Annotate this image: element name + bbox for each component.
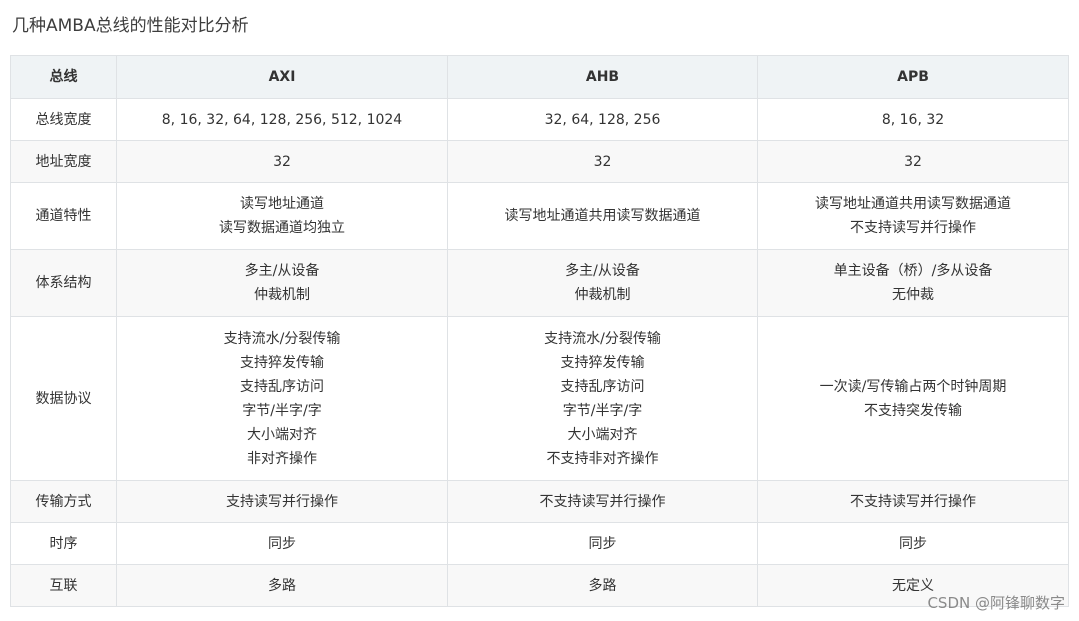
cell-text: 读写地址通道共用读写数据通道 (815, 196, 1011, 212)
cell-text: 多路 (588, 577, 617, 594)
table-row: 传输方式 支持读写并行操作 不支持读写并行操作 不支持读写并行操作 (10, 480, 1069, 523)
table-cell: 读写地址通道读写数据通道均独立 (116, 182, 448, 250)
cell-text: 大小端对齐 (567, 426, 638, 443)
row-label: 地址宽度 (10, 140, 117, 183)
table-row: 总线宽度 8, 16, 32, 64, 128, 256, 512, 1024 32… (10, 98, 1069, 141)
cell-text: 支持乱序访问 (240, 378, 324, 395)
cell-text: 单主设备（桥）/多从设备 (833, 263, 993, 279)
table-cell: 读写地址通道共用读写数据通道 (447, 182, 758, 250)
cell-text: 同步 (899, 535, 927, 552)
cell-text: 32 (904, 153, 922, 170)
table-cell: 同步 (447, 522, 758, 565)
cell-text: 多主/从设备 (565, 263, 640, 279)
cell-text: 字节/半字/字 (562, 402, 643, 419)
row-label: 数据协议 (10, 316, 117, 481)
csdn-watermark: CSDN @阿锋聊数字 (927, 594, 1065, 612)
cell-text: 不支持突发传输 (864, 402, 962, 419)
table-cell: 多路 (116, 564, 448, 607)
table-cell: 8, 16, 32 (757, 98, 1069, 141)
table-cell: 支持流水/分裂传输 支持猝发传输 支持乱序访问 字节/半字/字 大小端对齐非对齐操作 (116, 316, 448, 481)
table-cell: 32, 64, 128, 256 (447, 98, 758, 141)
cell-text: 大小端对齐 (247, 426, 317, 443)
cell-text: 支持流水/分裂传输 (544, 330, 661, 347)
table-row: 通道特性 读写地址通道 读写数据通道均独立 读写地址通道共用读写数据通道 读写地址通道共… (10, 182, 1069, 250)
comparison-table: 总线 AXI AHB APB 总线宽度 8, 16, 32, 64, 128, 2… (10, 55, 1069, 607)
cell-text: 8, 16, 32 (881, 111, 945, 128)
table-row: 互联 多路 多路 无定义 (10, 564, 1069, 607)
cell-text: 支持猝发传输 (240, 354, 324, 371)
cell-text: 多主/从设备 (244, 263, 320, 279)
table-cell: 一次读/写传输占两个时钟周期 不支持突发传输 (757, 316, 1069, 481)
table-cell: 多主/从设备 仲裁机制 (447, 249, 758, 317)
table-cell: 支持读写并行操作 (116, 480, 448, 523)
header-axi: AXI (116, 55, 448, 99)
cell-text: 不支持读写并行操作 (850, 220, 976, 236)
table-cell: 同步 (757, 522, 1069, 565)
cell-text: 非对齐操作 (247, 450, 317, 467)
header-apb: APB (757, 55, 1069, 99)
cell-text: 读写数据通道均独立 (219, 220, 345, 236)
table-cell: 支持流水/分裂传输 支持猝发传输 支持乱序访问 字节/半字/字 大小端对齐不支持非对齐操… (447, 316, 758, 481)
cell-text: 读写地址通道共用读写数据通道 (504, 208, 701, 224)
cell-text: 支持猝发传输 (560, 354, 645, 371)
table-cell: 多路 (447, 564, 758, 607)
cell-text: 8, 16, 32, 64, 128, 256, 512, 1024 (161, 111, 403, 128)
table-cell: 读写地址通道共用读写数据通道 不支持读写并行操作 (757, 182, 1069, 250)
cell-text: 32 (593, 153, 612, 170)
cell-text: 支持乱序访问 (560, 378, 645, 395)
cell-text: 支持流水/分裂传输 (223, 330, 341, 347)
table-cell: 8, 16, 32, 64, 128, 256, 512, 1024 (116, 98, 448, 141)
cell-text: 32, 64, 128, 256 (544, 111, 661, 128)
cell-text: 不支持读写并行操作 (539, 493, 666, 510)
header-bus: 总线 (10, 55, 117, 99)
table-cell: 32 (116, 140, 448, 183)
table-row: 时序 同步 同步 同步 (10, 522, 1069, 565)
table-row: 地址宽度 32 32 32 (10, 140, 1069, 183)
cell-text: 支持读写并行操作 (226, 493, 338, 510)
table-cell: 32 (757, 140, 1069, 183)
cell-text: 一次读/写传输占两个时钟周期 (819, 378, 1007, 395)
row-label: 通道特性 (10, 182, 117, 250)
table-cell: 32 (447, 140, 758, 183)
table-header-row: 总线 AXI AHB APB (10, 55, 1069, 99)
table-cell: 单主设备（桥）/多从设备 无仲裁 (757, 249, 1069, 317)
cell-text: 仲裁机制 (574, 287, 631, 303)
cell-text: 读写地址通道 (240, 196, 324, 212)
row-label: 互联 (10, 564, 117, 607)
cell-text: 同步 (268, 535, 296, 552)
cell-text: 不支持读写并行操作 (850, 493, 976, 510)
table-cell: 不支持读写并行操作 (447, 480, 758, 523)
row-label: 传输方式 (10, 480, 117, 523)
cell-text: 32 (273, 153, 291, 170)
cell-text: 仲裁机制 (254, 287, 310, 303)
cell-text: 同步 (588, 535, 617, 552)
table-row: 体系结构 多主/从设备 仲裁机制 多主/从设备 仲裁机制 单主设备（桥）/多从设备 无仲裁 (10, 249, 1069, 317)
row-label: 体系结构 (10, 249, 117, 317)
page-title: 几种AMBA总线的性能对比分析 (12, 16, 249, 36)
cell-text: 字节/半字/字 (242, 402, 322, 419)
row-label: 总线宽度 (10, 98, 117, 141)
table-cell: 同步 (116, 522, 448, 565)
row-label: 时序 (10, 522, 117, 565)
cell-text: 无仲裁 (892, 287, 934, 303)
table-cell: 多主/从设备 仲裁机制 (116, 249, 448, 317)
cell-text: 不支持非对齐操作 (546, 450, 659, 467)
cell-text: 多路 (268, 577, 296, 594)
table-row: 数据协议 支持流水/分裂传输 支持猝发传输 支持乱序访问 字节/半字/字 大小端对齐 非对齐… (10, 316, 1069, 481)
table-cell: 不支持读写并行操作 (757, 480, 1069, 523)
header-ahb: AHB (447, 55, 758, 99)
